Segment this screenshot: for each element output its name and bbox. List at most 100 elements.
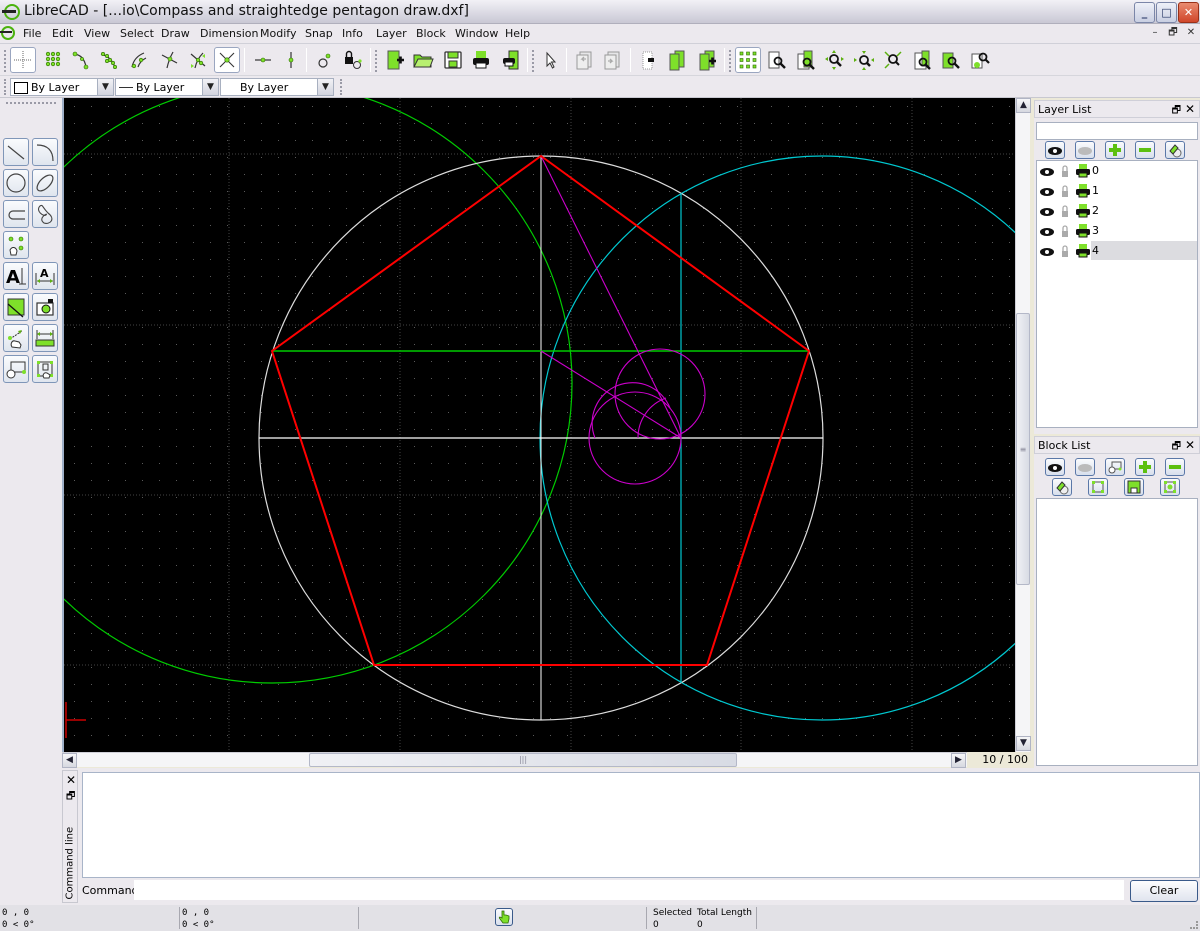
open-file-button[interactable] bbox=[410, 47, 436, 73]
edit-block-button[interactable] bbox=[1088, 478, 1108, 496]
unlock-icon[interactable] bbox=[1057, 183, 1073, 199]
restrict-vertical-button[interactable] bbox=[278, 47, 304, 73]
lock-relative-zero-button[interactable] bbox=[340, 47, 366, 73]
create-block-button[interactable] bbox=[1105, 458, 1125, 476]
zoom-in-button[interactable] bbox=[822, 47, 848, 73]
add-layer-button[interactable] bbox=[1105, 141, 1125, 159]
menu-dimension[interactable]: Dimension bbox=[200, 27, 258, 40]
layer-list[interactable]: 01234 bbox=[1036, 160, 1198, 428]
save-file-button[interactable] bbox=[440, 47, 466, 73]
menu-help[interactable]: Help bbox=[505, 27, 530, 40]
snap-free-button[interactable] bbox=[10, 47, 36, 73]
menu-window[interactable]: Window bbox=[455, 27, 498, 40]
layer-row[interactable]: 3 bbox=[1037, 221, 1197, 240]
mdi-restore-button[interactable]: 🗗 bbox=[1165, 26, 1181, 41]
tool-measure-button[interactable] bbox=[32, 324, 58, 352]
menu-edit[interactable]: Edit bbox=[52, 27, 73, 40]
unlock-icon[interactable] bbox=[1057, 163, 1073, 179]
close-panel-icon[interactable]: ✕ bbox=[66, 773, 76, 787]
tool-text-button[interactable]: A bbox=[3, 262, 29, 290]
tool-dimension-button[interactable]: A bbox=[32, 262, 58, 290]
tool-block-create-button[interactable] bbox=[32, 355, 58, 383]
unlock-icon[interactable] bbox=[1057, 243, 1073, 259]
close-panel-icon[interactable]: ✕ bbox=[1185, 438, 1195, 452]
horizontal-scrollbar[interactable]: ◀ ||| ▶ bbox=[62, 752, 967, 767]
linetype-select[interactable]: By Layer ▼ bbox=[115, 78, 219, 96]
eye-icon[interactable] bbox=[1039, 223, 1055, 239]
eye-icon[interactable] bbox=[1039, 183, 1055, 199]
scroll-down-button[interactable]: ▼ bbox=[1016, 736, 1031, 751]
zoom-pan-button[interactable] bbox=[967, 47, 993, 73]
linewidth-select[interactable]: By Layer ▼ bbox=[220, 78, 334, 96]
show-all-layers-button[interactable] bbox=[1045, 141, 1065, 159]
remove-block-button[interactable] bbox=[1165, 458, 1185, 476]
add-block-button[interactable] bbox=[1135, 458, 1155, 476]
drawing-canvas[interactable] bbox=[62, 98, 1015, 752]
clear-button[interactable]: Clear bbox=[1130, 880, 1198, 902]
menu-file[interactable]: File bbox=[23, 27, 41, 40]
toolbar-grip[interactable] bbox=[729, 50, 732, 72]
chevron-down-icon[interactable]: ▼ bbox=[97, 79, 113, 95]
remove-layer-button[interactable] bbox=[1135, 141, 1155, 159]
menu-block[interactable]: Block bbox=[416, 27, 446, 40]
zoom-out-button[interactable] bbox=[851, 47, 877, 73]
scroll-up-button[interactable]: ▲ bbox=[1016, 98, 1031, 113]
toggle-grid-button[interactable] bbox=[735, 47, 761, 73]
toolbar-grip[interactable] bbox=[4, 50, 7, 72]
layer-filter-input[interactable] bbox=[1036, 122, 1198, 140]
menu-layer[interactable]: Layer bbox=[376, 27, 407, 40]
scroll-left-button[interactable]: ◀ bbox=[62, 753, 77, 768]
unlock-icon[interactable] bbox=[1057, 223, 1073, 239]
print-preview-button[interactable] bbox=[497, 47, 523, 73]
minimize-button[interactable]: _ bbox=[1134, 2, 1155, 23]
snap-distance-button[interactable] bbox=[185, 47, 211, 73]
drawing-svg[interactable] bbox=[64, 98, 1015, 752]
undo-button[interactable] bbox=[572, 47, 598, 73]
save-block-button[interactable] bbox=[1124, 478, 1144, 496]
snap-intersection-button[interactable] bbox=[214, 47, 240, 73]
toolbar-grip[interactable] bbox=[340, 79, 343, 95]
print-button[interactable] bbox=[468, 47, 494, 73]
select-pointer-button[interactable] bbox=[537, 47, 563, 73]
snap-on-entity-button[interactable] bbox=[96, 47, 122, 73]
layer-row[interactable]: 1 bbox=[1037, 181, 1197, 200]
zoom-window-button[interactable] bbox=[938, 47, 964, 73]
zoom-previous-button[interactable] bbox=[909, 47, 935, 73]
printer-icon[interactable] bbox=[1075, 183, 1091, 199]
set-relative-zero-button[interactable] bbox=[312, 47, 338, 73]
close-panel-icon[interactable]: ✕ bbox=[1185, 102, 1195, 116]
toolbar-grip[interactable] bbox=[6, 102, 56, 104]
snap-middle-button[interactable] bbox=[156, 47, 182, 73]
menu-draw[interactable]: Draw bbox=[161, 27, 190, 40]
tool-hatch-button[interactable] bbox=[3, 293, 29, 321]
menu-info[interactable]: Info bbox=[342, 27, 363, 40]
tool-circle-button[interactable] bbox=[3, 169, 29, 197]
mdi-minimize-button[interactable]: – bbox=[1147, 26, 1163, 41]
insert-block-button[interactable] bbox=[1160, 478, 1180, 496]
float-panel-icon[interactable]: 🗗 bbox=[1172, 439, 1181, 456]
redo-button[interactable] bbox=[600, 47, 626, 73]
horizontal-scroll-thumb[interactable]: ||| bbox=[309, 753, 737, 767]
zoom-auto-button[interactable] bbox=[793, 47, 819, 73]
snap-center-button[interactable] bbox=[126, 47, 152, 73]
printer-icon[interactable] bbox=[1075, 163, 1091, 179]
vertical-scrollbar[interactable]: ▲ ≡ ▼ bbox=[1015, 98, 1030, 752]
tool-image-button[interactable] bbox=[32, 293, 58, 321]
snap-grid-button[interactable] bbox=[40, 47, 66, 73]
maximize-button[interactable]: □ bbox=[1156, 2, 1177, 23]
layer-row[interactable]: 2 bbox=[1037, 201, 1197, 220]
scroll-right-button[interactable]: ▶ bbox=[951, 753, 966, 768]
tool-polyline-button[interactable] bbox=[3, 200, 29, 228]
new-file-button[interactable] bbox=[382, 47, 408, 73]
menu-snap[interactable]: Snap bbox=[305, 27, 333, 40]
menu-view[interactable]: View bbox=[84, 27, 110, 40]
paste-button[interactable] bbox=[694, 47, 720, 73]
tool-points-button[interactable] bbox=[3, 231, 29, 259]
hide-all-layers-button[interactable] bbox=[1075, 141, 1095, 159]
float-panel-icon[interactable]: 🗗 bbox=[66, 789, 75, 806]
tool-ellipse-button[interactable] bbox=[32, 169, 58, 197]
printer-icon[interactable] bbox=[1075, 223, 1091, 239]
eye-icon[interactable] bbox=[1039, 243, 1055, 259]
tool-spline-button[interactable] bbox=[32, 200, 58, 228]
resize-grip[interactable] bbox=[1190, 921, 1198, 929]
